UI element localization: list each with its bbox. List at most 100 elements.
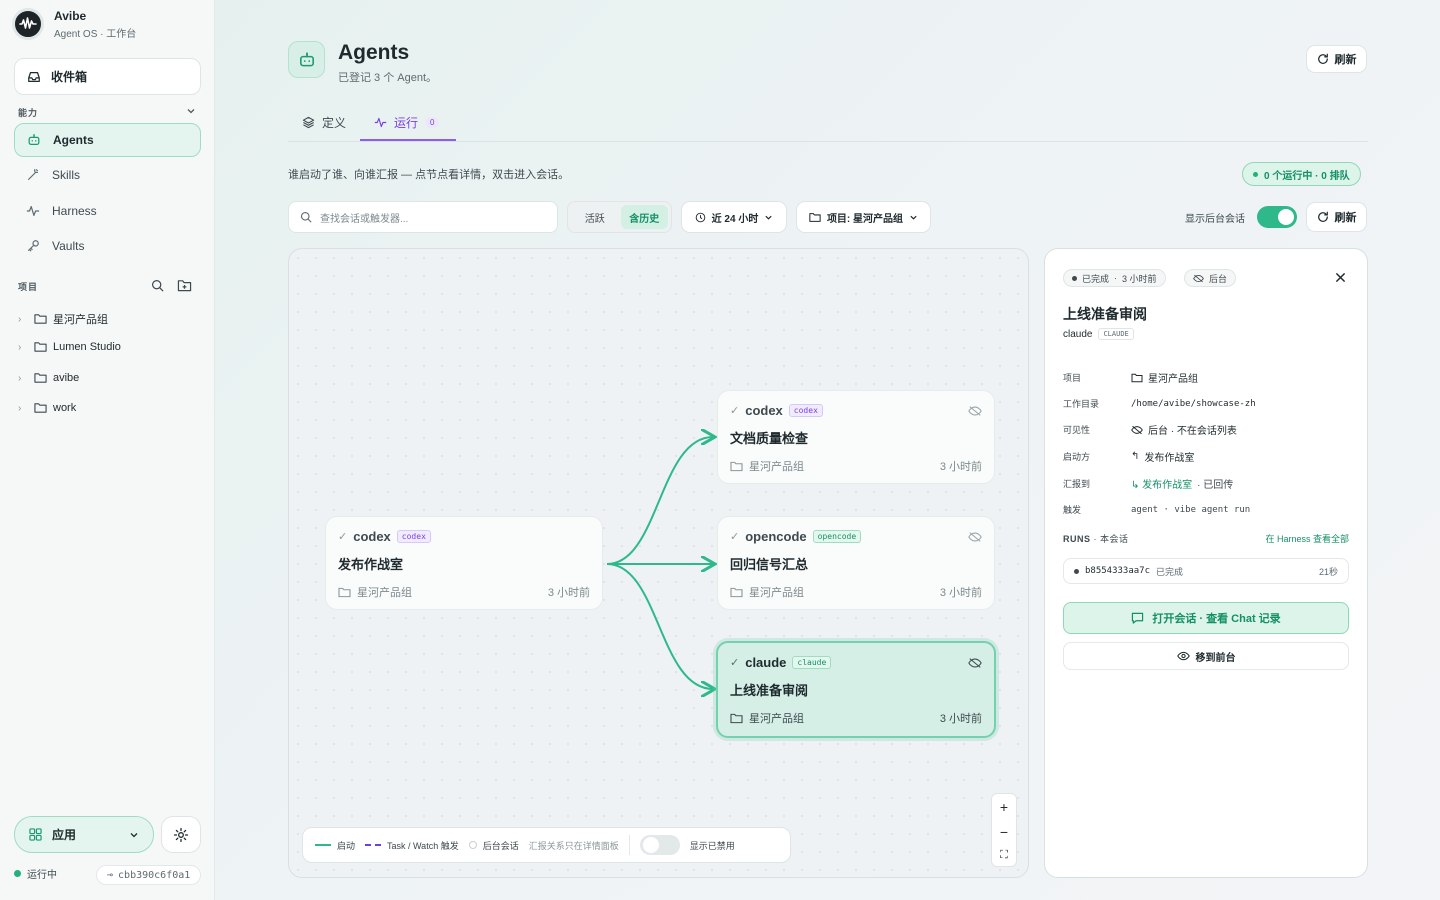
panel-background-badge: 后台 (1184, 269, 1237, 287)
chevron-right-icon: › (18, 402, 22, 414)
toggle-knob (642, 837, 659, 853)
close-icon[interactable] (1335, 272, 1346, 283)
runs-header: RUNS · 本会话 (1063, 532, 1129, 545)
status-dot (1253, 171, 1258, 177)
brand-subtitle: Agent OS · 工作台 (54, 28, 137, 40)
status-dot (14, 870, 21, 877)
detail-panel: 已完成 · 3 小时前 后台 上线准备审阅 claude CLAUDE 项目 星… (1044, 248, 1368, 878)
folder-add-icon[interactable] (177, 278, 192, 292)
eye-off-icon (968, 406, 982, 416)
chevron-down-icon[interactable] (186, 106, 196, 116)
field-extra: · 已回传 (1197, 480, 1234, 491)
field-report-to: 汇报到 ↳ 发布作战室 · 已回传 (1063, 476, 1233, 491)
legend-note: 汇报关系只在详情面板 (528, 840, 619, 851)
report-link[interactable]: ↳ 发布作战室 (1131, 476, 1192, 491)
graph-legend: 启动 Task / Watch 触发 后台会话 汇报关系只在详情面板 显示已禁用 (302, 827, 791, 863)
legend-ring-icon (468, 841, 477, 849)
node-tag: opencode (812, 530, 862, 543)
field-value: 后台 · 不在会话列表 (1148, 426, 1237, 437)
app-menu-button[interactable]: 应用 (14, 816, 154, 853)
robot-icon (28, 134, 40, 145)
section-capability: 能力 (18, 108, 39, 118)
panel-agent-name: claude (1063, 328, 1093, 340)
runs-view-all-link[interactable]: 在 Harness 查看全部 (1265, 532, 1349, 545)
field-key: 启动方 (1063, 452, 1091, 462)
field-workdir: 工作目录 /home/avibe/showcase-zh (1063, 397, 1256, 410)
tab-definition[interactable]: 定义 (302, 114, 346, 131)
zoom-in-icon[interactable]: + (1000, 799, 1008, 815)
launcher-link[interactable]: ↰ 发布作战室 (1131, 449, 1194, 464)
seg-history[interactable]: 含历史 (620, 205, 668, 229)
layers-icon (302, 116, 315, 129)
legend-start-label: 启动 (337, 840, 356, 851)
run-row[interactable]: b8554333aa7c 已完成 21秒 (1063, 558, 1349, 584)
field-launcher: 启动方 ↰ 发布作战室 (1063, 449, 1194, 464)
clock-icon (695, 212, 705, 222)
open-chat-button[interactable]: 打开会话 · 查看 Chat 记录 (1063, 602, 1349, 634)
status-label: 运行中 (27, 870, 57, 881)
arrow-up-icon: ↰ (1131, 451, 1140, 462)
sidebar-project-3[interactable]: › work (18, 402, 76, 414)
sidebar-project-0[interactable]: › 星河产品组 (18, 311, 108, 327)
node-tag: claude (792, 656, 832, 669)
node-time: 3 小时前 (939, 587, 982, 599)
project-label: 星河产品组 (53, 314, 108, 326)
system-status: 运行中 (14, 866, 57, 881)
graph-node-1[interactable]: ✓ codex codex 文档质量检查 星河产品组 3 小时前 (717, 390, 995, 484)
zoom-out-icon[interactable]: − (1000, 824, 1008, 840)
graph-node-0[interactable]: ✓ codex codex 发布作战室 星河产品组 3 小时前 (325, 516, 603, 610)
seg-active[interactable]: 活跃 (571, 205, 619, 229)
folder-icon (34, 403, 47, 413)
tab-runs[interactable]: 运行 0 (374, 114, 440, 131)
sidebar-item-agents[interactable]: Agents (14, 123, 201, 157)
node-tag: codex (788, 404, 823, 417)
activity-icon (26, 206, 40, 216)
panel-status: 已完成 (1082, 273, 1110, 284)
sidebar-item-skills[interactable]: Skills (14, 158, 201, 192)
refresh-label: 刷新 (1334, 212, 1357, 224)
sidebar-item-vaults[interactable]: Vaults (14, 229, 201, 263)
search-input[interactable]: 查找会话或触发器... (288, 201, 558, 233)
field-visibility: 可见性 后台 · 不在会话列表 (1063, 422, 1237, 437)
sidebar-project-1[interactable]: › Lumen Studio (18, 341, 121, 353)
show-background-toggle[interactable] (1257, 206, 1297, 228)
header-refresh-button[interactable]: 刷新 (1306, 45, 1367, 73)
search-icon[interactable] (151, 279, 164, 292)
check-icon: ✓ (730, 657, 740, 669)
panel-title: 上线准备审阅 (1063, 306, 1147, 322)
key-icon (28, 240, 39, 252)
brand[interactable]: Avibe Agent OS · 工作台 (12, 8, 136, 40)
arrow-return-icon: ↳ (1131, 480, 1140, 491)
tab-label: 定义 (322, 116, 347, 130)
panel-status-time: 3 小时前 (1122, 273, 1157, 284)
history-segmented-control: 活跃 含历史 (567, 201, 672, 233)
graph-node-3-selected[interactable]: ✓ claude claude 上线准备审阅 星河产品组 3 小时前 (716, 641, 996, 738)
robot-icon (288, 41, 325, 78)
separator-dot: · (1114, 273, 1118, 283)
graph-canvas[interactable]: ✓ codex codex 发布作战室 星河产品组 3 小时前 ✓ codex … (288, 248, 1029, 878)
project-filter-dropdown[interactable]: 项目: 星河产品组 (796, 201, 931, 233)
project-label: Lumen Studio (53, 341, 121, 353)
sidebar-project-2[interactable]: › avibe (18, 372, 79, 384)
commit-hash[interactable]: ⊸ cbb390c6f0a1 (96, 865, 202, 885)
activity-icon (374, 117, 387, 128)
graph-node-2[interactable]: ✓ opencode opencode 回归信号汇总 星河产品组 3 小时前 (717, 516, 995, 610)
settings-button[interactable] (161, 816, 201, 853)
panel-bg-label: 后台 (1209, 273, 1228, 284)
run-id: b8554333aa7c (1085, 566, 1151, 576)
move-to-front-button[interactable]: 移到前台 (1063, 642, 1349, 670)
legend-dashed-line (365, 844, 382, 846)
page-description: 谁启动了谁、向谁汇报 — 点节点看详情，双击进入会话。 (288, 169, 570, 181)
toolbar-refresh-button[interactable]: 刷新 (1306, 202, 1367, 232)
edge-start-1 (606, 437, 713, 565)
refresh-label: 刷新 (1334, 54, 1357, 66)
inbox-button[interactable]: 收件箱 (14, 58, 201, 95)
eye-off-icon (1131, 425, 1143, 434)
time-filter-dropdown[interactable]: 近 24 小时 (681, 201, 787, 233)
run-status-label: 0 个运行中 · 0 排队 (1264, 170, 1350, 182)
app-menu-label: 应用 (52, 828, 77, 842)
sidebar-item-harness[interactable]: Harness (14, 194, 201, 228)
show-disabled-toggle[interactable] (639, 835, 680, 855)
refresh-icon (1317, 211, 1328, 222)
fit-view-icon[interactable]: ⛶ (1000, 849, 1008, 862)
